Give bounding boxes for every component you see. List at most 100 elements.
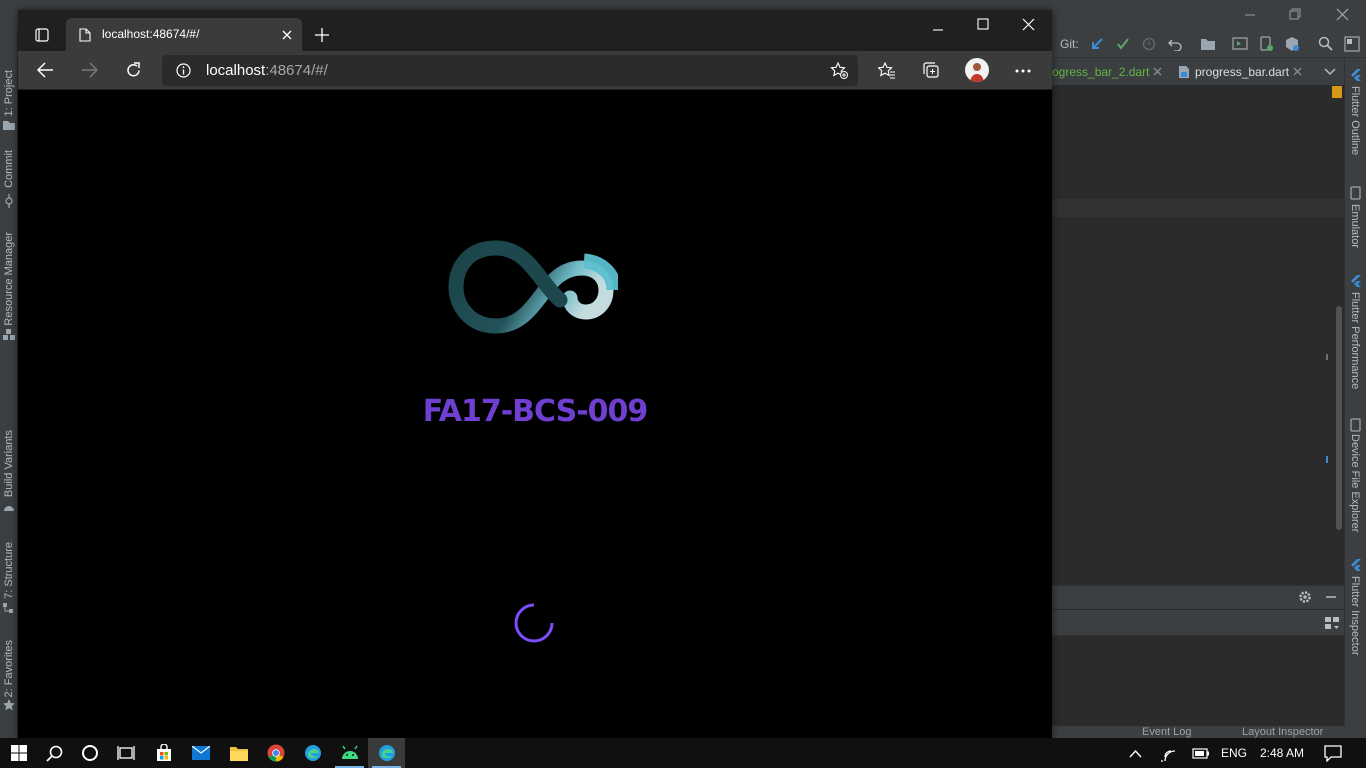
maximize-icon[interactable] [977,18,989,30]
minimize-panel-icon[interactable] [1324,590,1338,604]
browser-tab[interactable]: localhost:48674/#/ [66,18,302,51]
android-icon [4,506,14,511]
profile-icon [970,63,984,82]
project-structure-icon[interactable] [1344,36,1360,52]
mail-button[interactable] [182,738,219,768]
flutter-icon [1351,69,1361,81]
forward-icon[interactable] [81,62,98,78]
avatar[interactable] [965,58,989,82]
back-icon[interactable] [37,62,54,78]
refresh-icon[interactable] [125,62,142,79]
ide-statusbar: Event Log Layout Inspector [1052,726,1366,738]
tool-window-subheader [1052,610,1344,636]
chevron-up-icon[interactable] [1129,749,1142,758]
mail-icon [191,746,210,760]
collections-icon[interactable] [923,62,940,79]
favorites-icon[interactable] [878,62,896,79]
edge-button[interactable] [294,738,331,768]
address-bar[interactable]: localhost:48674/#/ [162,55,858,86]
search-button[interactable] [36,738,73,768]
editor-scrollbar[interactable] [1336,306,1342,530]
search-icon [46,745,63,762]
tab-actions-icon[interactable] [35,28,49,42]
close-tab-icon[interactable] [1153,67,1162,76]
device-manager-icon[interactable] [1258,36,1274,52]
clock[interactable]: 2:48 AM [1260,746,1304,760]
chrome-button[interactable] [257,738,294,768]
code-editor[interactable] [1052,86,1344,582]
project-panel-tab[interactable]: 1: Project [3,70,15,116]
search-icon[interactable] [1318,36,1333,51]
tab-progress-bar-2[interactable]: ogress_bar_2.dart [1052,65,1149,79]
event-log-button[interactable]: Event Log [1142,726,1192,738]
close-window-icon[interactable] [1022,18,1035,31]
favorites-panel-tab[interactable]: 2: Favorites [3,640,15,697]
restore-icon[interactable] [1289,8,1301,20]
structure-panel-tab[interactable]: 7: Structure [3,542,15,599]
warning-marker [1332,86,1342,98]
git-history-icon[interactable] [1142,37,1156,51]
loading-spinner [514,603,554,643]
star-icon [3,699,15,711]
chrome-icon [267,744,284,762]
page-content: FA17-BCS-009 [18,90,1052,738]
store-button[interactable] [145,738,182,768]
close-icon[interactable] [1336,8,1349,21]
build-variants-panel-tab[interactable]: Build Variants [3,430,15,497]
commit-panel-tab[interactable]: Commit [3,150,15,188]
emulator-panel-tab[interactable]: Emulator [1349,204,1361,248]
language-indicator[interactable]: ENG [1221,746,1247,760]
start-button[interactable] [0,738,37,768]
flutter-outline-panel-tab[interactable]: Flutter Outline [1349,86,1361,155]
layout-inspector-button[interactable]: Layout Inspector [1242,726,1323,738]
store-icon [156,744,171,761]
folder-icon[interactable] [1200,37,1216,51]
cortana-icon [81,745,98,761]
flutter-performance-panel-tab[interactable]: Flutter Performance [1349,292,1361,389]
info-icon[interactable] [176,63,191,78]
more-options-icon[interactable] [1015,69,1031,73]
task-view-icon [116,746,135,760]
edge-icon [378,745,395,761]
page-heading: FA17-BCS-009 [422,394,649,429]
android-icon [341,745,358,759]
sdk-manager-icon[interactable] [1284,36,1300,52]
tab-progress-bar[interactable]: progress_bar.dart [1195,65,1289,79]
notifications-icon[interactable] [1324,745,1342,762]
add-favorite-icon[interactable] [830,62,848,79]
taskbar: ENG 2:48 AM [0,738,1366,768]
git-update-icon[interactable] [1090,37,1104,51]
android-studio-button[interactable] [331,738,368,768]
scroll-marker [1326,354,1328,360]
infinity-logo-icon [448,240,618,334]
file-explorer-button[interactable] [220,738,257,768]
cortana-button[interactable] [71,738,108,768]
minimize-icon[interactable] [1244,9,1256,21]
rollback-icon[interactable] [1168,37,1182,51]
scroll-marker [1326,456,1328,463]
windows-icon [10,745,27,761]
commit-icon [5,194,13,208]
url-host: localhost [206,62,266,79]
edge-icon [304,745,321,761]
edge-active-button[interactable] [368,738,405,768]
dart-file-icon [1179,66,1189,78]
task-view-button[interactable] [107,738,144,768]
run-config-icon[interactable] [1232,37,1248,51]
minimize-icon[interactable] [932,24,944,36]
resource-manager-panel-tab[interactable]: Resource Manager [3,232,15,326]
tab-title: localhost:48674/#/ [102,27,200,41]
close-tab-icon[interactable] [282,30,292,40]
gear-icon[interactable] [1298,590,1312,604]
close-tab-icon[interactable] [1293,67,1302,76]
current-line-highlight [1052,199,1344,217]
network-icon[interactable] [1160,746,1176,762]
chevron-down-icon[interactable] [1324,67,1336,76]
flutter-inspector-panel-tab[interactable]: Flutter Inspector [1349,576,1361,655]
git-commit-icon[interactable] [1116,37,1130,51]
new-tab-icon[interactable] [315,28,329,42]
editor-tabs: ogress_bar_2.dart progress_bar.dart [1052,58,1344,86]
battery-icon[interactable] [1192,748,1210,759]
device-file-explorer-panel-tab[interactable]: Device File Explorer [1349,434,1361,532]
layout-options-icon[interactable] [1324,616,1340,630]
